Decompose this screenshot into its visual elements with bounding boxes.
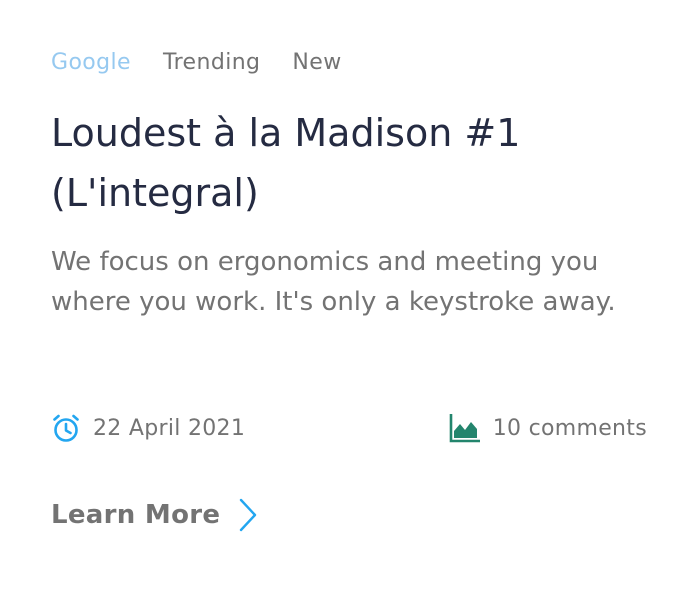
tag-google[interactable]: Google [51, 50, 131, 75]
post-meta: 22 April 2021 10 comments [51, 410, 647, 446]
tag-list: Google Trending New [51, 50, 342, 75]
area-chart-icon [449, 413, 481, 443]
learn-more-link[interactable]: Learn More [51, 498, 258, 532]
post-comments-text: 10 comments [492, 415, 647, 441]
post-date: 22 April 2021 [51, 410, 245, 446]
chevron-right-icon [220, 498, 258, 532]
post-title: Loudest à la Madison #1 (L'integral) [51, 111, 521, 215]
learn-more-label: Learn More [51, 500, 221, 530]
post-comments[interactable]: 10 comments [449, 410, 647, 446]
tag-trending[interactable]: Trending [163, 50, 260, 75]
post-card: Google Trending New Loudest à la Madison… [0, 0, 697, 612]
tag-new[interactable]: New [292, 50, 341, 75]
alarm-clock-icon [51, 413, 81, 443]
post-description: We focus on ergonomics and meeting you w… [51, 247, 616, 317]
post-date-text: 22 April 2021 [93, 415, 246, 441]
